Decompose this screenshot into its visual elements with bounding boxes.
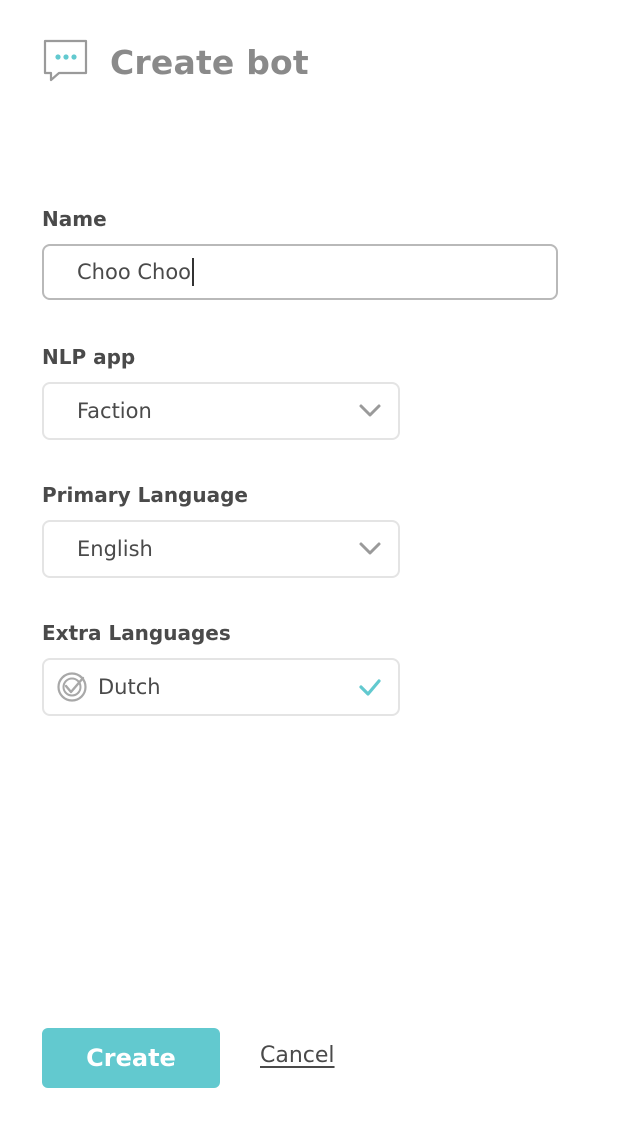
primary-language-selected-value: English: [77, 537, 153, 561]
nlp-app-selected-value: Faction: [77, 399, 152, 423]
primary-language-select[interactable]: English: [42, 520, 400, 578]
extra-languages-label: Extra Languages: [42, 621, 231, 645]
create-button[interactable]: Create: [42, 1028, 220, 1088]
extra-language-value: Dutch: [98, 675, 161, 699]
text-caret: [192, 258, 194, 286]
checkmark-circle-icon: [57, 672, 87, 702]
chat-bubble-icon: [43, 39, 88, 82]
name-input-value: Choo Choo: [77, 260, 192, 284]
nlp-app-label: NLP app: [42, 345, 136, 369]
page-header: Create bot: [42, 38, 309, 86]
name-input[interactable]: Choo Choo: [42, 244, 558, 300]
chevron-down-icon: [359, 404, 381, 417]
create-bot-page: Create bot Name Choo Choo NLP app Factio…: [0, 0, 632, 1136]
cancel-link[interactable]: Cancel: [260, 1043, 335, 1068]
name-label: Name: [42, 207, 107, 231]
primary-language-label: Primary Language: [42, 483, 248, 507]
chevron-down-icon: [359, 542, 381, 555]
extra-languages-select[interactable]: Dutch: [42, 658, 400, 716]
page-title: Create bot: [110, 42, 309, 82]
check-icon: [359, 679, 381, 696]
nlp-app-select[interactable]: Faction: [42, 382, 400, 440]
